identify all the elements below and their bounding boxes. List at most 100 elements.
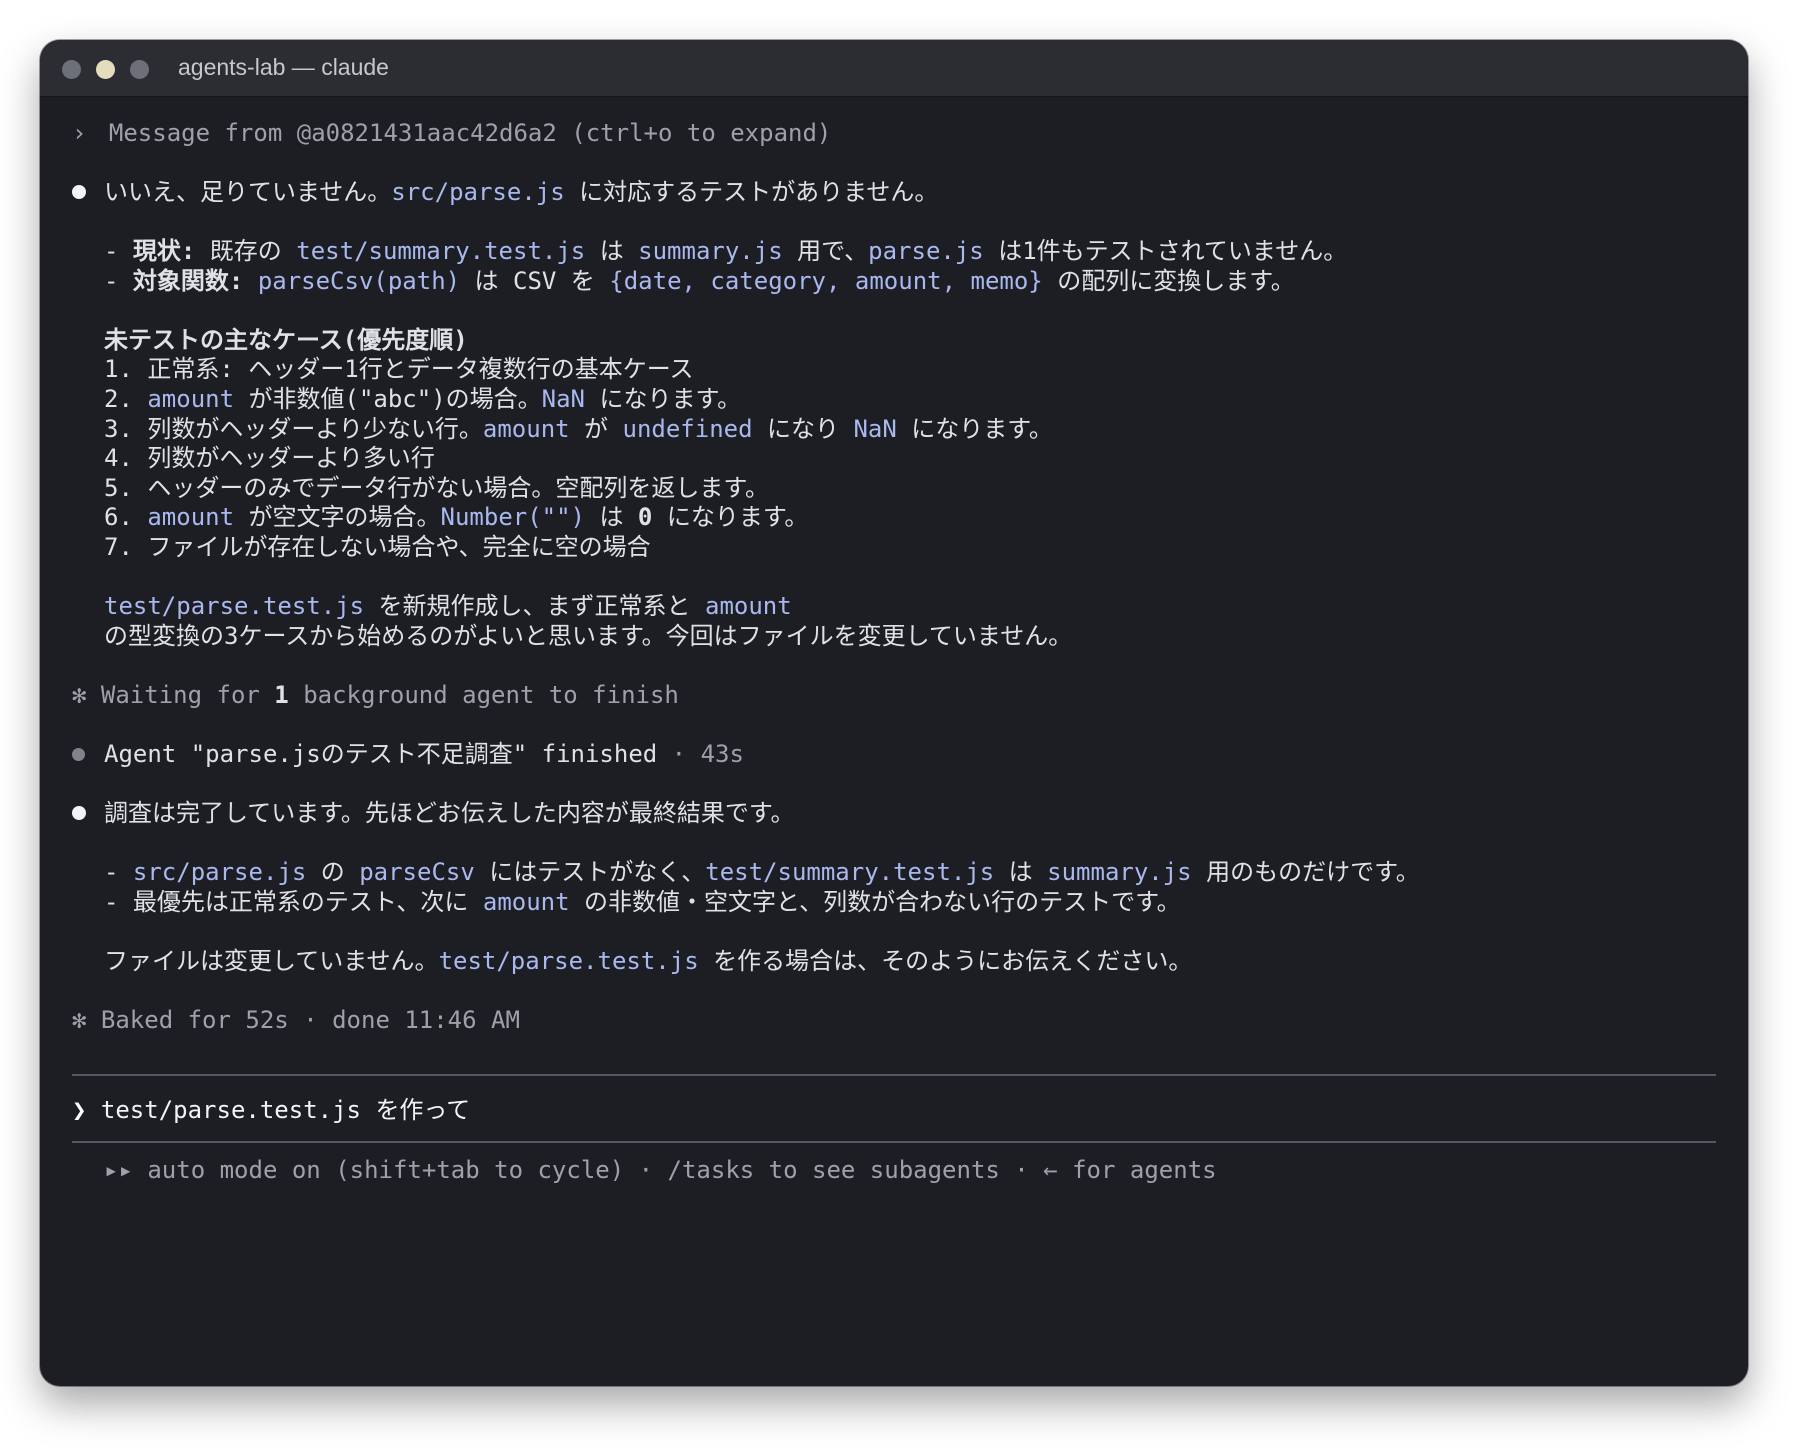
text: の (306, 858, 360, 886)
code-span: undefined (622, 415, 753, 443)
text: になります。 (585, 385, 742, 413)
prompt-input[interactable]: ❯ test/parse.test.js を作って (72, 1093, 1716, 1127)
bullet-target-function: - 対象関数: parseCsv(path) は CSV を {date, ca… (72, 264, 1716, 298)
bullet-icon (72, 748, 85, 761)
collapsed-message[interactable]: › Message from @a0821431aac42d6a2 (ctrl+… (72, 116, 1716, 150)
text: が空文字の場合。 (234, 503, 441, 531)
text: 6. (104, 503, 148, 531)
maximize-button[interactable] (130, 60, 149, 79)
text: の配列に変換します。 (1042, 267, 1295, 295)
bullet-icon (72, 185, 86, 199)
terminal-output: › Message from @a0821431aac42d6a2 (ctrl+… (72, 96, 1716, 1386)
title-bar: agents-lab — claude (40, 40, 1748, 97)
text: 2. (104, 385, 148, 413)
collapsed-message-text: Message from @a0821431aac42d6a2 (ctrl+o … (108, 119, 832, 147)
prompt-input-value[interactable]: test/parse.test.js を作って (86, 1096, 470, 1124)
code-span: src/parse.js (132, 858, 307, 886)
code-span: summary.js (1047, 858, 1192, 886)
code-span: test/summary.test.js (705, 858, 995, 886)
input-top-divider (72, 1074, 1716, 1076)
text: になります。 (652, 503, 809, 531)
close-button[interactable] (62, 60, 81, 79)
bullet-status: - 現状: 既存の test/summary.test.js は summary… (72, 234, 1716, 268)
dash: - (104, 858, 133, 886)
text: 最優先は正常系のテスト、次に (132, 888, 483, 916)
text: Waiting for (86, 681, 275, 709)
prompt-caret-icon: ❯ (72, 1096, 87, 1124)
chevron-right-icon: › (72, 119, 87, 147)
code-span: src/parse.js (391, 178, 565, 206)
text: の型変換の3ケースから始めるのがよいと思います。今回はファイルを変更していません… (104, 622, 1073, 650)
summary-bullet: - src/parse.js の parseCsv にはテストがなく、test/… (72, 855, 1716, 889)
text: が非数値("abc")の場合。 (234, 385, 542, 413)
text: 4. 列数がヘッダーより多い行 (104, 444, 435, 472)
text: になり (752, 415, 854, 443)
text: は (994, 858, 1048, 886)
code-span: amount (482, 888, 570, 916)
minimize-button[interactable] (96, 60, 115, 79)
reply-paragraph: 調査は完了しています。先ほどお伝えした内容が最終結果です。 (72, 796, 1716, 830)
text: になります。 (896, 415, 1053, 443)
text: は (585, 503, 638, 531)
baked-status: ✻ Baked for 52s · done 11:46 AM (72, 1003, 1716, 1037)
text: は (585, 237, 639, 265)
text: Baked for 52s · done 11:46 AM (86, 1006, 520, 1034)
code-span: test/parse.test.js (438, 947, 699, 975)
code-span: amount (147, 385, 235, 413)
text: は CSV を (460, 267, 610, 295)
recommendation-line: test/parse.test.js を新規作成し、まず正常系と amount (72, 589, 1716, 623)
closing-line: ファイルは変更していません。test/parse.test.js を作る場合は、… (72, 944, 1716, 978)
window-title: agents-lab — claude (178, 54, 389, 80)
dash: - (104, 888, 133, 916)
dash: - (104, 267, 133, 295)
case-item: 4. 列数がヘッダーより多い行 (72, 441, 1716, 475)
code-span: {date, category, amount, memo} (609, 267, 1043, 295)
code-span: NaN (541, 385, 586, 413)
agent-finished[interactable]: Agent "parse.jsのテスト不足調査" finished · 43s (72, 737, 1716, 771)
text: いいえ、足りていません。 (104, 178, 392, 206)
code-span: Number("") (440, 503, 586, 531)
status-footer: ▸▸ auto mode on (shift+tab to cycle) · /… (104, 1156, 1217, 1184)
text: にはテストがなく、 (474, 858, 706, 886)
text: 1. 正常系: ヘッダー1行とデータ複数行の基本ケース (104, 355, 694, 383)
text: 用で、 (782, 237, 869, 265)
input-bottom-divider (72, 1141, 1716, 1143)
agent-label: Agent "parse.jsのテスト不足調査" finished (104, 740, 658, 768)
recommendation-line: の型変換の3ケースから始めるのがよいと思います。今回はファイルを変更していません… (72, 619, 1716, 653)
case-item: 6. amount が空文字の場合。Number("") は 0 になります。 (72, 500, 1716, 534)
case-item: 1. 正常系: ヘッダー1行とデータ複数行の基本ケース (72, 352, 1716, 386)
text (243, 267, 257, 295)
text: を作る場合は、そのようにお伝えください。 (698, 947, 1193, 975)
code-span: test/parse.test.js (104, 592, 365, 620)
text: ファイルは変更していません。 (104, 947, 439, 975)
agent-count: 1 (274, 681, 289, 709)
text: の非数値・空文字と、列数が合わない行のテストです。 (569, 888, 1181, 916)
text: に対応するテストがありません。 (564, 178, 939, 206)
summary-bullet: - 最優先は正常系のテスト、次に amount の非数値・空文字と、列数が合わな… (72, 885, 1716, 919)
label: 対象関数: (132, 267, 244, 295)
code-span: summary.js (638, 237, 783, 265)
terminal-window: agents-lab — claude › Message from @a082… (40, 40, 1748, 1386)
code-span: test/summary.test.js (296, 237, 586, 265)
text: 調査は完了しています。先ほどお伝えした内容が最終結果です。 (104, 799, 795, 827)
text: background agent to finish (288, 681, 679, 709)
text: 列数がヘッダーより少ない行。 (147, 415, 483, 443)
asterisk-icon: ✻ (72, 1006, 87, 1034)
label: 現状: (132, 237, 196, 265)
case-item: 2. amount が非数値("abc")の場合。NaN になります。 (72, 382, 1716, 416)
dash: - (104, 237, 133, 265)
text: は1件もテストされていません。 (983, 237, 1348, 265)
text: を新規作成し、まず正常系と (364, 592, 705, 620)
text: が (569, 415, 623, 443)
waiting-status: ✻ Waiting for 1 background agent to fini… (72, 678, 1716, 712)
reply-paragraph: いいえ、足りていません。src/parse.js に対応するテストがありません。 (72, 175, 1716, 209)
text: 5. ヘッダーのみでデータ行がない場合。空配列を返します。 (104, 474, 769, 502)
text: 7. ファイルが存在しない場合や、完全に空の場合 (104, 533, 651, 561)
text: 0 (637, 503, 653, 531)
agent-duration: · 43s (657, 740, 744, 768)
case-item: 7. ファイルが存在しない場合や、完全に空の場合 (72, 530, 1716, 564)
code-span: amount (482, 415, 570, 443)
code-span: parse.js (868, 237, 984, 265)
text: 3. (104, 415, 148, 443)
code-span: amount (147, 503, 235, 531)
